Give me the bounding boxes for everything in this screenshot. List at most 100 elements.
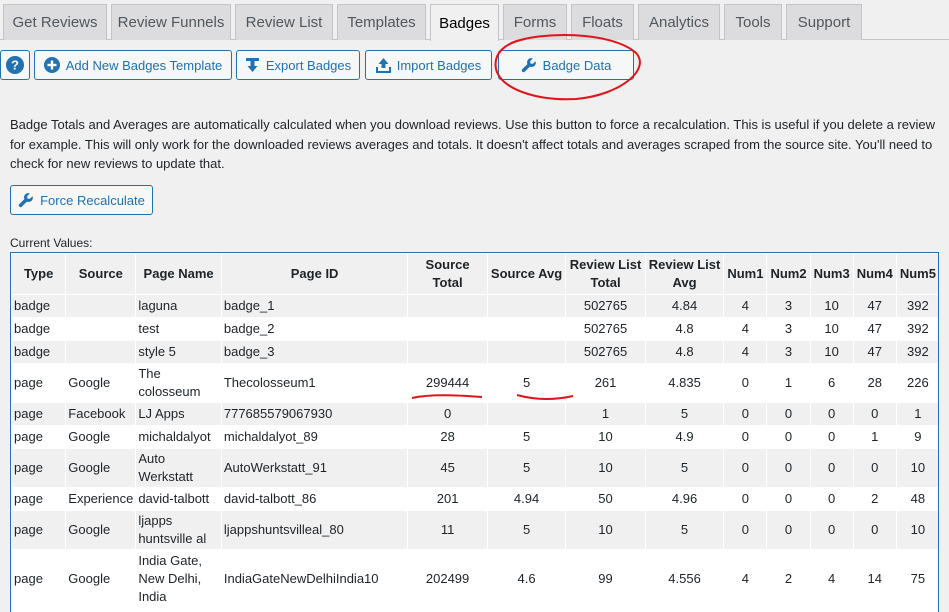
cell-page-name: Auto Werkstatt	[136, 449, 221, 487]
nav-tabs: Get Reviews Review Funnels Review List T…	[0, 0, 949, 41]
cell-type: page	[12, 511, 66, 549]
cell-review-list-avg: 5	[645, 403, 724, 425]
add-badges-template-label: Add New Badges Template	[65, 57, 223, 73]
force-recalculate-label: Force Recalculate	[40, 192, 145, 208]
table-row: page Google The colosseum Thecolosseum1 2994…	[12, 364, 938, 402]
tab-templates[interactable]: Templates	[337, 4, 426, 40]
table-row: page Google Auto Werkstatt AutoWerkstatt_91…	[12, 449, 938, 487]
cell-num4: 0	[853, 511, 896, 549]
add-badges-template-button[interactable]: Add New Badges Template	[34, 50, 232, 80]
cell-page-id: 777685579067930	[221, 403, 408, 425]
cell-num5: 392	[896, 341, 938, 363]
tab-tools[interactable]: Tools	[724, 4, 782, 40]
cell-source: Google	[66, 426, 136, 448]
cell-page-id: ljappshuntsvilleal_80	[221, 511, 408, 549]
cell-num3: 6	[810, 364, 853, 402]
cell-num5: 10	[896, 449, 938, 487]
cell-page-id: AutoWerkstatt_91	[221, 449, 408, 487]
tab-review-list[interactable]: Review List	[235, 4, 333, 40]
cell-num2: 0	[767, 488, 810, 510]
cell-page-name: LJ Apps	[136, 403, 221, 425]
table-header-row: Type Source Page Name Page ID Source Total So…	[12, 254, 938, 294]
cell-num4: 47	[853, 318, 896, 340]
cell-review-list-avg: 4.835	[645, 364, 724, 402]
tab-forms[interactable]: Forms	[503, 4, 567, 40]
cell-source-total	[408, 318, 487, 340]
cell-page-name: laguna	[136, 295, 221, 317]
cell-source: Facebook	[66, 403, 136, 425]
cell-review-list-total: 10	[566, 449, 645, 487]
cell-source	[66, 341, 136, 363]
cell-page-name: The colosseum	[136, 364, 221, 402]
cell-review-list-total: 10	[566, 511, 645, 549]
cell-source-total: 11	[408, 511, 487, 549]
badge-data-button[interactable]: Badge Data	[498, 50, 634, 80]
col-header-num3: Num3	[810, 254, 853, 294]
cell-num5: 226	[896, 364, 938, 402]
wrench-icon	[18, 193, 33, 208]
cell-page-id: badge_2	[221, 318, 408, 340]
cell-page-name: India Gate, New Delhi, India	[136, 550, 221, 608]
cell-num3: 0	[810, 511, 853, 549]
cell-num3: 10	[810, 295, 853, 317]
cell-num3: 4	[810, 550, 853, 608]
cell-num3: 0	[810, 426, 853, 448]
cell-num2: 3	[767, 318, 810, 340]
force-recalculate-button[interactable]: Force Recalculate	[10, 185, 153, 215]
plus-circle-icon	[43, 57, 60, 73]
cell-type: page	[12, 426, 66, 448]
cell-source: Google	[66, 449, 136, 487]
cell-num2: 3	[767, 295, 810, 317]
cell-source-avg	[487, 403, 566, 425]
import-badges-button[interactable]: Import Badges	[365, 50, 492, 80]
col-header-review-list-total: Review List Total	[566, 254, 645, 294]
cell-review-list-total: 99	[566, 550, 645, 608]
table-row: page Experience david-talbott david-talbott…	[12, 488, 938, 510]
table-row: page Google ljapps huntsville al ljappshunt…	[12, 511, 938, 549]
tab-floats[interactable]: Floats	[571, 4, 634, 40]
cell-source-avg	[487, 318, 566, 340]
cell-num3: 0	[810, 488, 853, 510]
cell-num2: 0	[767, 449, 810, 487]
tab-badges[interactable]: Badges	[430, 4, 499, 41]
cell-page-name: style 5	[136, 341, 221, 363]
cell-review-list-total: 502765	[566, 341, 645, 363]
cell-page-name: ljapps huntsville al	[136, 511, 221, 549]
cell-source-avg	[487, 341, 566, 363]
cell-num4: 0	[853, 449, 896, 487]
tab-review-funnels[interactable]: Review Funnels	[111, 4, 231, 40]
cell-num4: 2	[853, 488, 896, 510]
cell-num2: 0	[767, 511, 810, 549]
cell-num5: 75	[896, 550, 938, 608]
cell-num4: 1	[853, 426, 896, 448]
cell-num5: 392	[896, 318, 938, 340]
cell-num1: 4	[724, 550, 767, 608]
cell-num2: 3	[767, 341, 810, 363]
cell-num5: 392	[896, 295, 938, 317]
table-row: badge laguna badge_1 502765 4.84 4 3 10 47 392	[12, 295, 938, 317]
cell-source-total: 28	[408, 426, 487, 448]
tab-analytics[interactable]: Analytics	[638, 4, 720, 40]
description-text: Badge Totals and Averages are automatica…	[10, 117, 935, 171]
export-badges-button[interactable]: Export Badges	[236, 50, 360, 80]
cell-source-avg: 4.6	[487, 550, 566, 608]
col-header-num4: Num4	[853, 254, 896, 294]
cell-type: page	[12, 449, 66, 487]
help-button[interactable]: ?	[0, 50, 30, 80]
cell-type: page	[12, 488, 66, 510]
svg-text:?: ?	[11, 58, 19, 73]
tab-support[interactable]: Support	[786, 4, 862, 40]
cell-page-id: michaldalyot_89	[221, 426, 408, 448]
cell-num5: 9	[896, 426, 938, 448]
cell-review-list-avg: 4.96	[645, 488, 724, 510]
cell-type: badge	[12, 295, 66, 317]
cell-num3: 10	[810, 318, 853, 340]
col-header-source-avg: Source Avg	[487, 254, 566, 294]
cell-source	[66, 295, 136, 317]
export-badges-label: Export Badges	[265, 57, 352, 73]
col-header-type: Type	[12, 254, 66, 294]
tab-get-reviews[interactable]: Get Reviews	[3, 4, 107, 40]
cell-num5: 48	[896, 488, 938, 510]
col-header-review-list-avg: Review List Avg	[645, 254, 724, 294]
col-header-source: Source	[66, 254, 136, 294]
